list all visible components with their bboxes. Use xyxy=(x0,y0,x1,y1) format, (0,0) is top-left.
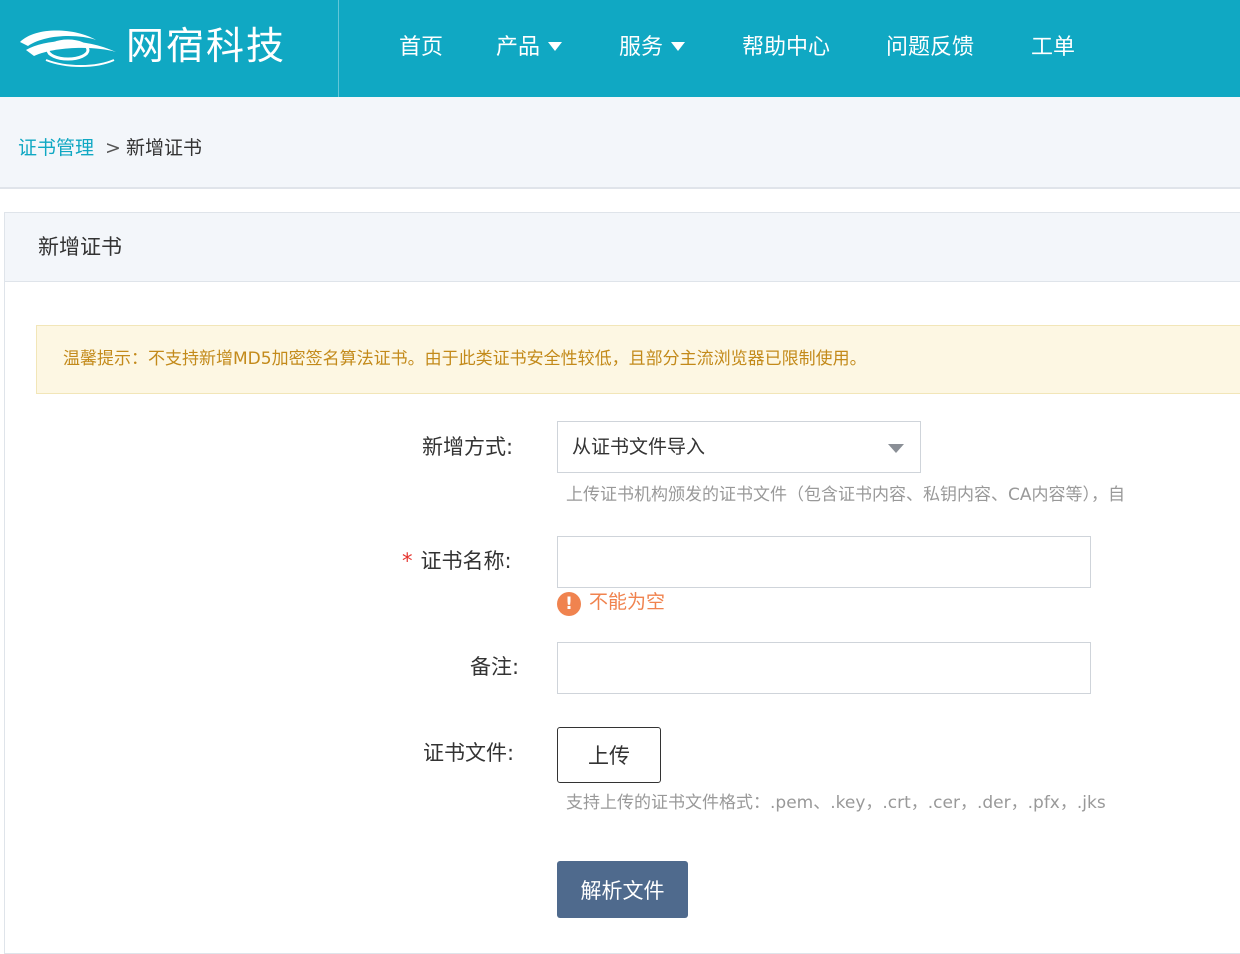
method-hint: 上传证书机构颁发的证书文件（包含证书内容、私钥内容、CA内容等），自 xyxy=(566,485,1125,505)
brand-name: 网宿科技 xyxy=(126,24,287,68)
breadcrumb-current: 新增证书 xyxy=(126,137,203,159)
caret-down-icon xyxy=(671,41,686,51)
breadcrumb-link-certificate-management[interactable]: 证书管理 xyxy=(18,136,94,160)
panel-header xyxy=(5,213,1240,282)
required-mark: * xyxy=(402,549,413,573)
name-error-text: 不能为空 xyxy=(589,591,666,613)
nav-item-help-center[interactable]: 帮助中心 xyxy=(742,32,830,64)
parse-file-button[interactable]: 解析文件 xyxy=(557,861,688,918)
file-format-hint: 支持上传的证书文件格式：.pem、.key，.crt，.cer，.der，.pf… xyxy=(566,793,1106,813)
nav-item-services[interactable]: 服务 xyxy=(619,32,686,64)
remark-label: 备注: xyxy=(470,655,520,679)
caret-down-icon xyxy=(888,444,904,453)
panel-title: 新增证书 xyxy=(38,235,122,259)
upload-button[interactable]: 上传 xyxy=(557,727,661,783)
top-navigation-bar: 网宿科技 首页 产品 服务 帮助中心 问题反馈 工单 xyxy=(0,0,1240,97)
warning-tip-text: 温馨提示：不支持新增MD5加密签名算法证书。由于此类证书安全性较低，且部分主流浏… xyxy=(63,349,867,369)
name-label-text: 证书名称: xyxy=(420,549,512,573)
breadcrumb-separator: > xyxy=(105,137,121,159)
method-select[interactable]: 从证书文件导入 xyxy=(557,421,921,473)
nav-item-tickets[interactable]: 工单 xyxy=(1031,32,1075,64)
nav-item-label: 帮助中心 xyxy=(742,35,831,60)
nav-item-label: 产品 xyxy=(496,35,541,60)
nav-item-home[interactable]: 首页 xyxy=(399,32,443,64)
nav-item-label: 首页 xyxy=(399,35,444,60)
wangsu-swirl-logo-icon xyxy=(20,30,116,67)
certificate-name-input[interactable] xyxy=(557,536,1091,588)
nav-item-label: 服务 xyxy=(619,35,664,60)
method-select-value: 从证书文件导入 xyxy=(572,436,706,458)
caret-down-icon xyxy=(548,41,563,51)
method-label: 新增方式: xyxy=(422,435,514,459)
file-label: 证书文件: xyxy=(423,741,515,765)
remark-input[interactable] xyxy=(557,642,1091,694)
brand-logo[interactable]: 网宿科技 xyxy=(0,0,339,97)
nav-item-label: 问题反馈 xyxy=(886,35,975,60)
nav-item-products[interactable]: 产品 xyxy=(496,32,563,64)
nav-item-feedback[interactable]: 问题反馈 xyxy=(886,32,974,64)
nav-item-label: 工单 xyxy=(1031,35,1076,60)
name-label: * 证书名称: xyxy=(402,548,512,574)
exclamation-circle-icon: ! xyxy=(557,592,581,616)
